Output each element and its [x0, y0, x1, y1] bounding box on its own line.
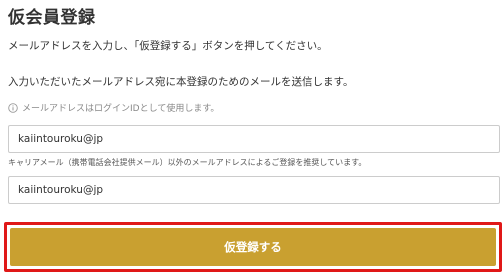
instruction-text: メールアドレスを入力し、「仮登録する」ボタンを押してください。	[8, 40, 328, 52]
email-confirm-field[interactable]	[8, 176, 500, 204]
login-id-note: メールアドレスはログインIDとして使用します。	[8, 101, 219, 114]
email-field[interactable]	[8, 125, 500, 153]
info-icon	[8, 102, 18, 113]
carrier-mail-hint: キャリアメール（携帯電話会社提供メール）以外のメールアドレスによるご登録を推奨し…	[8, 158, 367, 167]
submit-highlight-frame: 仮登録する	[4, 222, 502, 272]
provisional-register-button[interactable]: 仮登録する	[10, 228, 496, 266]
page-title: 仮会員登録	[8, 8, 96, 28]
registration-page: 仮会員登録 メールアドレスを入力し、「仮登録する」ボタンを押してください。 入力…	[0, 0, 504, 276]
login-id-note-text: メールアドレスはログインIDとして使用します。	[22, 104, 220, 114]
instruction-text-send-mail: 入力いただいたメールアドレス宛に本登録のためのメールを送信します。	[8, 76, 354, 88]
